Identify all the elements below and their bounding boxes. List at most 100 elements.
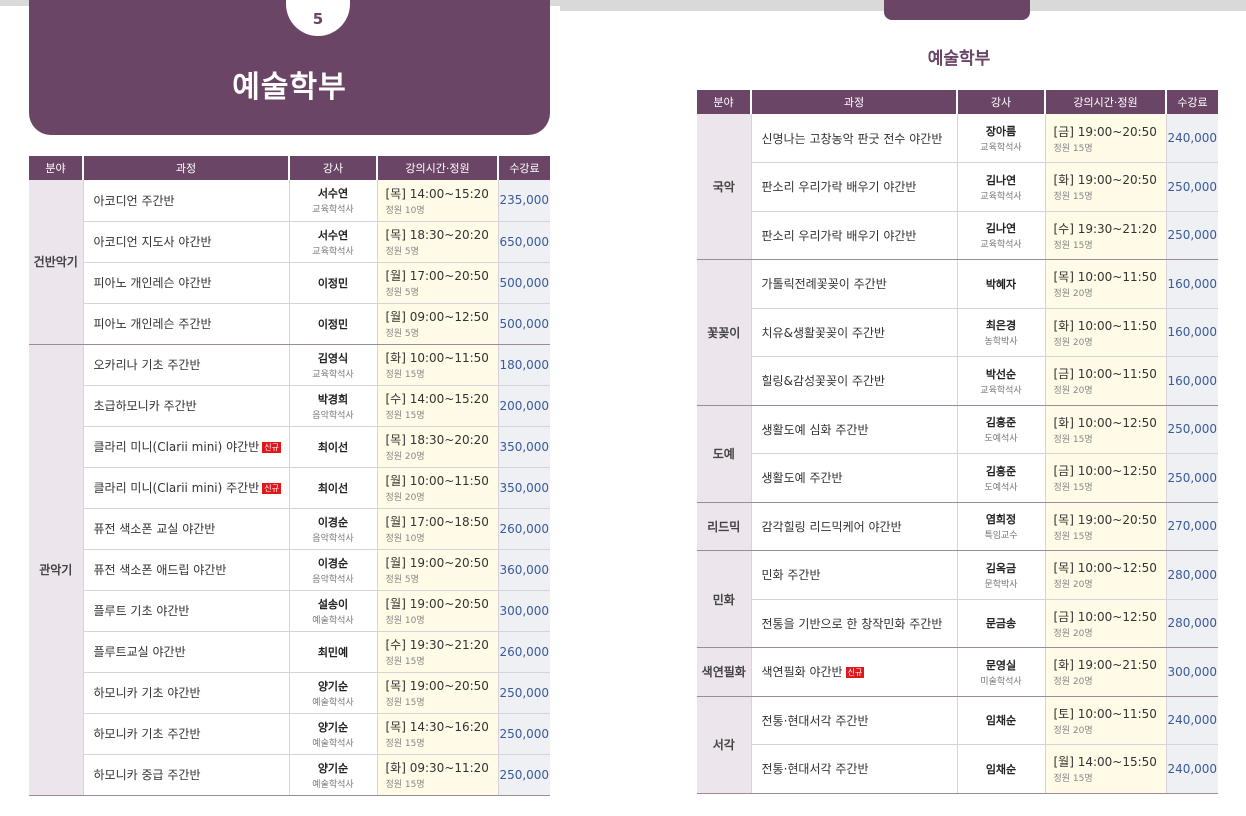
class-capacity: 정원 10명	[385, 534, 425, 544]
instructor-name: 최이선	[317, 481, 349, 495]
instructor-degree: 교육학석사	[980, 240, 1022, 251]
instructor-degree: 음악학석사	[312, 410, 354, 421]
course-name-cell: 초급하모니카 주간반	[82, 385, 289, 427]
schedule-cell: [금] 10:00~12:50 정원 15명	[1044, 453, 1166, 503]
instructor-cell: 양기순 예술학석사	[288, 672, 377, 714]
instructor-degree: 도예석사	[984, 434, 1018, 445]
course-name: 전통·현대서각 주간반	[761, 762, 869, 777]
tuition-fee: 250,000	[1165, 453, 1218, 503]
table-row: 서각 전통·현대서각 주간반 임채순 [토] 10:00~11:50 정원 20명 240…	[697, 696, 1218, 794]
col-header-field: 분야	[697, 90, 751, 114]
instructor-name: 이정민	[317, 317, 349, 331]
class-capacity: 정원 20명	[1053, 628, 1093, 639]
instructor-degree: 도예석사	[984, 482, 1018, 493]
course-name: 민화 주간반	[761, 568, 821, 583]
schedule-cell: [목] 14:00~15:20 정원 10명	[376, 180, 498, 222]
table-row: 퓨전 색소폰 애드립 야간반 이경순 음악학석사 [월] 19:00~20:50 정원 …	[29, 549, 550, 591]
tuition-fee: 160,000	[1165, 356, 1218, 406]
tuition-fee: 280,000	[1165, 550, 1218, 600]
instructor-cell: 김옥금 문학박사	[956, 550, 1045, 600]
schedule-cell: [목] 18:30~20:20 정원 20명	[376, 426, 498, 468]
col-header-fee: 수강료	[1165, 90, 1218, 114]
col-header-field: 분야	[29, 156, 83, 180]
schedule-cell: [수] 14:00~15:20 정원 15명	[376, 385, 498, 427]
class-time: [토] 10:00~11:50	[1053, 706, 1157, 721]
class-time: [목] 10:00~12:50	[1053, 561, 1157, 576]
instructor-name: 김나연	[985, 173, 1017, 187]
course-name-cell: 생활도예 주간반	[750, 453, 957, 503]
course-name-cell: 퓨전 색소폰 교실 야간반	[82, 508, 289, 550]
class-time: [금] 19:00~20:50	[1053, 124, 1157, 139]
instructor-name: 장아름	[985, 125, 1017, 138]
course-name-cell: 가톨릭전례꽃꽂이 주간반	[750, 259, 957, 309]
class-capacity: 정원 20명	[1053, 386, 1093, 397]
instructor-name: 임채순	[985, 714, 1017, 728]
course-name: 가톨릭전례꽃꽂이 주간반	[761, 277, 887, 292]
tuition-fee: 260,000	[497, 631, 550, 673]
col-header-instructor: 강사	[956, 90, 1045, 114]
course-name-cell: 플루트 기초 야간반	[82, 590, 289, 632]
tuition-fee: 300,000	[497, 590, 550, 632]
instructor-degree: 교육학석사	[980, 191, 1022, 202]
tuition-fee: 260,000	[497, 508, 550, 550]
course-name-cell: 판소리 우리가락 배우기 야간반	[750, 162, 957, 212]
left-course-table: 분야 과정 강사 강의시간·정원 수강료 건반악기 아코디언 주간반 서수연 교육학석…	[29, 156, 550, 796]
table-row: 플루트 기초 야간반 설송이 예술학석사 [월] 19:00~20:50 정원 10명 3…	[29, 590, 550, 632]
class-capacity: 정원 15명	[385, 739, 425, 749]
instructor-name: 박혜자	[985, 277, 1017, 291]
class-capacity: 정원 15명	[1053, 483, 1093, 494]
instructor-name: 김흥준	[985, 464, 1017, 478]
tuition-fee: 500,000	[497, 262, 550, 304]
tuition-fee: 250,000	[1165, 162, 1218, 212]
category-cell: 꽃꽂이	[697, 259, 751, 406]
schedule-cell: [토] 10:00~11:50 정원 20명	[1044, 696, 1166, 745]
class-capacity: 정원 20명	[1053, 580, 1093, 591]
class-time: [월] 14:00~15:50	[1053, 755, 1157, 770]
tuition-fee: 250,000	[497, 713, 550, 755]
instructor-cell: 최이선	[288, 426, 377, 468]
class-time: [화] 09:30~11:20	[385, 761, 489, 775]
course-name: 플루트 기초 야간반	[93, 604, 190, 618]
schedule-cell: [목] 18:30~20:20 정원 5명	[376, 221, 498, 263]
tuition-fee: 650,000	[497, 221, 550, 263]
instructor-cell: 설송이 예술학석사	[288, 590, 377, 632]
class-time: [금] 10:00~11:50	[1053, 367, 1157, 382]
tuition-fee: 250,000	[497, 754, 550, 796]
category-cell: 도예	[697, 405, 751, 503]
schedule-cell: [금] 19:00~20:50 정원 15명	[1044, 114, 1166, 163]
class-time: [목] 14:00~15:20	[385, 186, 489, 201]
course-name-cell: 플루트교실 야간반	[82, 631, 289, 673]
instructor-degree: 농학박사	[984, 337, 1018, 348]
schedule-cell: [금] 10:00~12:50 정원 20명	[1044, 599, 1166, 648]
schedule-cell: [화] 09:30~11:20 정원 15명	[376, 754, 498, 796]
table-row: 하모니카 중급 주간반 양기순 예술학석사 [화] 09:30~11:20 정원 15명…	[29, 754, 550, 796]
class-time: [수] 19:30~21:20	[385, 638, 489, 652]
course-name-cell: 전통·현대서각 주간반	[750, 696, 957, 745]
course-name: 퓨전 색소폰 애드립 야간반	[93, 563, 227, 577]
class-time: [월] 09:00~12:50	[385, 310, 489, 324]
instructor-name: 김나연	[985, 222, 1017, 236]
class-time: [월] 10:00~11:50	[385, 474, 489, 488]
course-name-cell: 퓨전 색소폰 애드립 야간반	[82, 549, 289, 591]
schedule-cell: [화] 19:00~21:50 정원 20명	[1044, 647, 1166, 697]
instructor-cell: 김흥준 도예석사	[956, 405, 1045, 454]
schedule-cell: [화] 10:00~12:50 정원 15명	[1044, 405, 1166, 454]
tuition-fee: 200,000	[497, 385, 550, 427]
course-name: 아코디언 지도사 야간반	[93, 235, 212, 249]
tuition-fee: 300,000	[1165, 647, 1218, 697]
schedule-cell: [목] 14:30~16:20 정원 15명	[376, 713, 498, 755]
table-row: 생활도예 주간반 김흥준도예석사 [금] 10:00~12:50 정원 15명 250,…	[697, 453, 1218, 503]
instructor-cell: 임채순	[956, 696, 1045, 745]
tuition-fee: 160,000	[1165, 259, 1218, 309]
class-capacity: 정원 15명	[1053, 434, 1093, 445]
instructor-cell: 김나연교육학석사	[956, 211, 1045, 260]
instructor-name: 서수연	[317, 228, 349, 242]
class-time: [목] 18:30~20:20	[385, 228, 489, 242]
class-time: [월] 19:00~20:50	[385, 556, 489, 570]
new-badge: 신규	[262, 442, 281, 453]
schedule-cell: [월] 17:00~20:50 정원 5명	[376, 262, 498, 304]
course-name-cell: 오카리나 기초 주간반	[82, 344, 289, 386]
course-name-cell: 신명나는 고창농악 판굿 전수 야간반	[750, 114, 957, 163]
tuition-fee: 250,000	[1165, 211, 1218, 260]
table-row: 색연필화 색연필화 야간반 신규 문영실 미술학석사 [화] 19:00~21:50 정원 …	[697, 647, 1218, 697]
